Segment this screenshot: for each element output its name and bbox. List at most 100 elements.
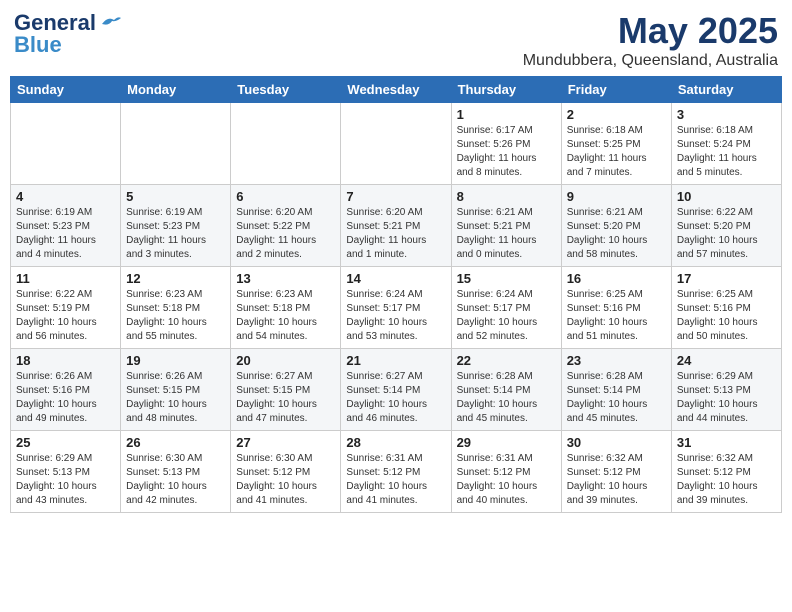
day-cell: 4 Sunrise: 6:19 AM Sunset: 5:23 PM Daylig…	[11, 185, 121, 267]
weekday-header-friday: Friday	[561, 77, 671, 103]
day-cell: 28 Sunrise: 6:31 AM Sunset: 5:12 PM Dayli…	[341, 431, 451, 513]
day-info: Sunrise: 6:22 AM Sunset: 5:20 PM Dayligh…	[677, 206, 776, 262]
day-info: Sunrise: 6:28 AM Sunset: 5:14 PM Dayligh…	[457, 370, 556, 426]
logo-blue: Blue	[14, 32, 62, 58]
day-cell: 14Sunrise: 6:24 AM Sunset: 5:17 PM Dayli…	[341, 267, 451, 349]
day-number: 13	[236, 271, 335, 286]
day-info: Sunrise: 6:17 AM Sunset: 5:26 PM Dayligh…	[457, 124, 556, 180]
day-cell: 11Sunrise: 6:22 AM Sunset: 5:19 PM Dayli…	[11, 267, 121, 349]
day-info: Sunrise: 6:30 AM Sunset: 5:13 PM Dayligh…	[126, 452, 225, 508]
day-info: Sunrise: 6:25 AM Sunset: 5:16 PM Dayligh…	[677, 288, 776, 344]
day-number: 9	[567, 189, 666, 204]
day-number: 22	[457, 353, 556, 368]
day-cell: 31 Sunrise: 6:32 AM Sunset: 5:12 PM Dayli…	[671, 431, 781, 513]
day-cell: 29 Sunrise: 6:31 AM Sunset: 5:12 PM Dayli…	[451, 431, 561, 513]
day-cell: 12Sunrise: 6:23 AM Sunset: 5:18 PM Dayli…	[121, 267, 231, 349]
day-number: 18	[16, 353, 115, 368]
day-info: Sunrise: 6:18 AM Sunset: 5:24 PM Dayligh…	[677, 124, 776, 180]
day-info: Sunrise: 6:23 AM Sunset: 5:18 PM Dayligh…	[126, 288, 225, 344]
day-number: 2	[567, 107, 666, 122]
day-cell	[231, 103, 341, 185]
day-info: Sunrise: 6:23 AM Sunset: 5:18 PM Dayligh…	[236, 288, 335, 344]
day-cell: 8 Sunrise: 6:21 AM Sunset: 5:21 PM Daylig…	[451, 185, 561, 267]
day-info: Sunrise: 6:31 AM Sunset: 5:12 PM Dayligh…	[457, 452, 556, 508]
day-cell: 7 Sunrise: 6:20 AM Sunset: 5:21 PM Daylig…	[341, 185, 451, 267]
day-number: 20	[236, 353, 335, 368]
day-info: Sunrise: 6:29 AM Sunset: 5:13 PM Dayligh…	[16, 452, 115, 508]
day-number: 6	[236, 189, 335, 204]
day-cell: 27 Sunrise: 6:30 AM Sunset: 5:12 PM Dayli…	[231, 431, 341, 513]
day-number: 3	[677, 107, 776, 122]
day-info: Sunrise: 6:26 AM Sunset: 5:15 PM Dayligh…	[126, 370, 225, 426]
day-number: 17	[677, 271, 776, 286]
title-area: May 2025 Mundubbera, Queensland, Austral…	[523, 10, 778, 70]
weekday-header-saturday: Saturday	[671, 77, 781, 103]
day-cell: 24 Sunrise: 6:29 AM Sunset: 5:13 PM Dayli…	[671, 349, 781, 431]
day-cell: 19 Sunrise: 6:26 AM Sunset: 5:15 PM Dayli…	[121, 349, 231, 431]
weekday-header-monday: Monday	[121, 77, 231, 103]
day-number: 1	[457, 107, 556, 122]
day-cell: 13 Sunrise: 6:23 AM Sunset: 5:18 PM Dayli…	[231, 267, 341, 349]
day-number: 31	[677, 435, 776, 450]
day-info: Sunrise: 6:29 AM Sunset: 5:13 PM Dayligh…	[677, 370, 776, 426]
weekday-header-sunday: Sunday	[11, 77, 121, 103]
day-cell: 18 Sunrise: 6:26 AM Sunset: 5:16 PM Dayli…	[11, 349, 121, 431]
day-info: Sunrise: 6:19 AM Sunset: 5:23 PM Dayligh…	[126, 206, 225, 262]
week-row-5: 25 Sunrise: 6:29 AM Sunset: 5:13 PM Dayli…	[11, 431, 782, 513]
day-info: Sunrise: 6:32 AM Sunset: 5:12 PM Dayligh…	[677, 452, 776, 508]
day-number: 26	[126, 435, 225, 450]
day-cell: 15 Sunrise: 6:24 AM Sunset: 5:17 PM Dayli…	[451, 267, 561, 349]
logo: General Blue	[14, 10, 122, 58]
day-cell: 26 Sunrise: 6:30 AM Sunset: 5:13 PM Dayli…	[121, 431, 231, 513]
day-info: Sunrise: 6:20 AM Sunset: 5:21 PM Dayligh…	[346, 206, 445, 262]
day-number: 30	[567, 435, 666, 450]
day-cell: 1 Sunrise: 6:17 AM Sunset: 5:26 PM Daylig…	[451, 103, 561, 185]
day-number: 21	[346, 353, 445, 368]
day-number: 5	[126, 189, 225, 204]
day-cell: 5 Sunrise: 6:19 AM Sunset: 5:23 PM Daylig…	[121, 185, 231, 267]
week-row-1: 1 Sunrise: 6:17 AM Sunset: 5:26 PM Daylig…	[11, 103, 782, 185]
day-cell: 22 Sunrise: 6:28 AM Sunset: 5:14 PM Dayli…	[451, 349, 561, 431]
day-info: Sunrise: 6:26 AM Sunset: 5:16 PM Dayligh…	[16, 370, 115, 426]
day-number: 4	[16, 189, 115, 204]
header: General Blue May 2025 Mundubbera, Queens…	[10, 10, 782, 70]
day-info: Sunrise: 6:27 AM Sunset: 5:14 PM Dayligh…	[346, 370, 445, 426]
logo-bird-icon	[100, 14, 122, 32]
day-number: 10	[677, 189, 776, 204]
weekday-header-row: SundayMondayTuesdayWednesdayThursdayFrid…	[11, 77, 782, 103]
day-cell: 10 Sunrise: 6:22 AM Sunset: 5:20 PM Dayli…	[671, 185, 781, 267]
day-info: Sunrise: 6:25 AM Sunset: 5:16 PM Dayligh…	[567, 288, 666, 344]
day-number: 27	[236, 435, 335, 450]
day-number: 29	[457, 435, 556, 450]
weekday-header-tuesday: Tuesday	[231, 77, 341, 103]
day-number: 7	[346, 189, 445, 204]
month-title: May 2025	[523, 10, 778, 52]
day-cell: 3 Sunrise: 6:18 AM Sunset: 5:24 PM Daylig…	[671, 103, 781, 185]
day-number: 23	[567, 353, 666, 368]
day-info: Sunrise: 6:24 AM Sunset: 5:17 PM Dayligh…	[457, 288, 556, 344]
day-cell	[11, 103, 121, 185]
day-number: 24	[677, 353, 776, 368]
day-number: 15	[457, 271, 556, 286]
day-info: Sunrise: 6:30 AM Sunset: 5:12 PM Dayligh…	[236, 452, 335, 508]
day-info: Sunrise: 6:18 AM Sunset: 5:25 PM Dayligh…	[567, 124, 666, 180]
day-info: Sunrise: 6:31 AM Sunset: 5:12 PM Dayligh…	[346, 452, 445, 508]
day-info: Sunrise: 6:19 AM Sunset: 5:23 PM Dayligh…	[16, 206, 115, 262]
day-info: Sunrise: 6:20 AM Sunset: 5:22 PM Dayligh…	[236, 206, 335, 262]
day-cell: 16 Sunrise: 6:25 AM Sunset: 5:16 PM Dayli…	[561, 267, 671, 349]
day-cell: 2 Sunrise: 6:18 AM Sunset: 5:25 PM Daylig…	[561, 103, 671, 185]
location-title: Mundubbera, Queensland, Australia	[523, 52, 778, 70]
day-number: 25	[16, 435, 115, 450]
day-cell: 25 Sunrise: 6:29 AM Sunset: 5:13 PM Dayli…	[11, 431, 121, 513]
day-number: 14	[346, 271, 445, 286]
day-cell: 21 Sunrise: 6:27 AM Sunset: 5:14 PM Dayli…	[341, 349, 451, 431]
day-info: Sunrise: 6:27 AM Sunset: 5:15 PM Dayligh…	[236, 370, 335, 426]
day-number: 19	[126, 353, 225, 368]
day-number: 28	[346, 435, 445, 450]
day-number: 16	[567, 271, 666, 286]
day-number: 8	[457, 189, 556, 204]
day-info: Sunrise: 6:32 AM Sunset: 5:12 PM Dayligh…	[567, 452, 666, 508]
day-cell: 6 Sunrise: 6:20 AM Sunset: 5:22 PM Daylig…	[231, 185, 341, 267]
week-row-2: 4 Sunrise: 6:19 AM Sunset: 5:23 PM Daylig…	[11, 185, 782, 267]
day-info: Sunrise: 6:21 AM Sunset: 5:21 PM Dayligh…	[457, 206, 556, 262]
